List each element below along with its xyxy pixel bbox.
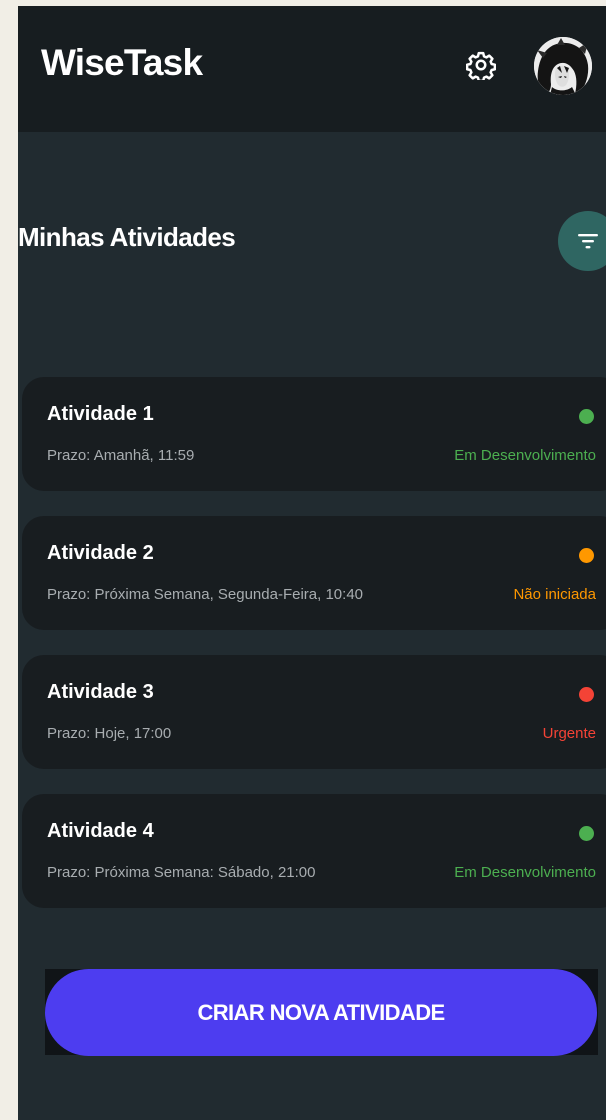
task-title: Atividade 3 [47,681,154,703]
status-dot [579,826,594,841]
task-card[interactable]: Atividade 2 Prazo: Próxima Semana, Segun… [22,516,606,630]
task-status: Não iniciada [513,586,596,603]
task-deadline: Prazo: Amanhã, 11:59 [47,447,195,464]
task-title: Atividade 4 [47,820,154,842]
settings-button[interactable] [466,50,496,80]
gear-icon [466,51,496,80]
filter-icon [578,234,598,249]
section-title: Minhas Atividades [18,222,236,252]
app-screen: WiseTask Minhas Atividades Atividade 1 P… [18,6,606,1120]
task-title: Atividade 2 [47,542,154,564]
status-dot [579,687,594,702]
app-title: WiseTask [41,42,203,83]
top-bar: WiseTask [18,6,606,132]
status-dot [579,409,594,424]
task-status: Urgente [542,725,596,742]
task-title: Atividade 1 [47,403,154,425]
status-dot [579,548,594,563]
task-card[interactable]: Atividade 4 Prazo: Próxima Semana: Sábad… [22,794,606,908]
task-card[interactable]: Atividade 3 Prazo: Hoje, 17:00 Urgente [22,655,606,769]
create-activity-button[interactable]: CRIAR NOVA ATIVIDADE [45,969,597,1056]
user-avatar-icon [534,37,592,95]
task-deadline: Prazo: Hoje, 17:00 [47,725,172,742]
task-card[interactable]: Atividade 1 Prazo: Amanhã, 11:59 Em Dese… [22,377,606,491]
task-status: Em Desenvolvimento [454,864,596,881]
task-deadline: Prazo: Próxima Semana, Segunda-Feira, 10… [47,586,364,603]
task-status: Em Desenvolvimento [454,447,596,464]
filter-button[interactable] [558,211,606,271]
avatar[interactable] [534,37,592,95]
task-deadline: Prazo: Próxima Semana: Sábado, 21:00 [47,864,316,881]
